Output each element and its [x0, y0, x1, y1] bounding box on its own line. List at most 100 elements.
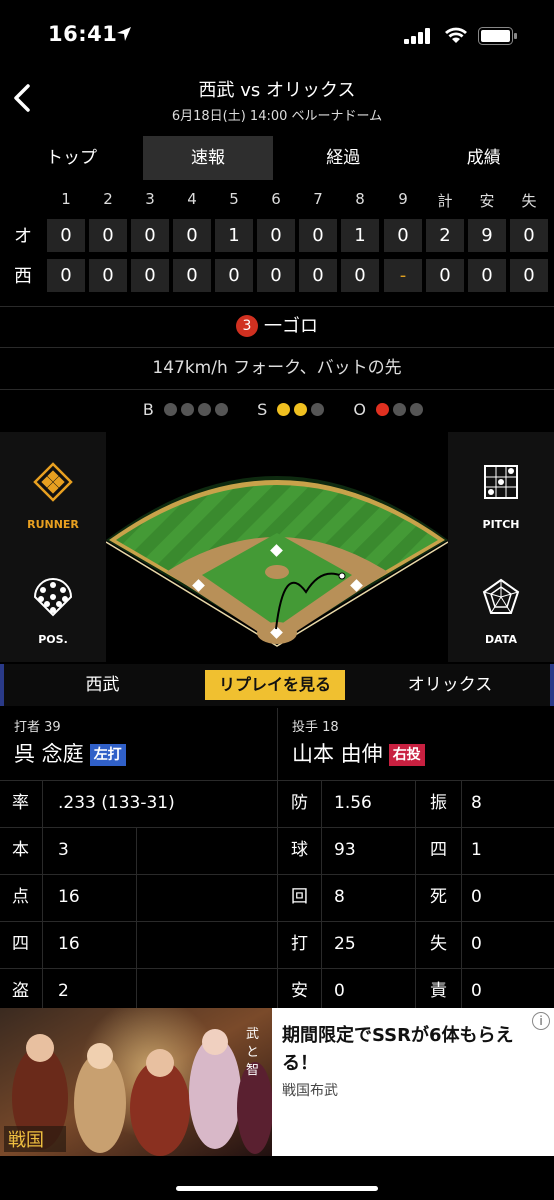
- tab-bar: トップ 速報 経過 成績: [0, 136, 554, 180]
- svg-text:戦国: 戦国: [8, 1130, 44, 1151]
- play-result-text: 一ゴロ: [264, 316, 318, 337]
- play-number-badge: 3: [236, 315, 258, 337]
- ball-dot: [163, 403, 177, 416]
- svg-text:武: 武: [246, 1027, 259, 1042]
- pitcher-stat-label: 振: [430, 793, 447, 813]
- score-cell: 0: [426, 259, 464, 292]
- ball-dot: [214, 403, 228, 416]
- score-cell: 0: [384, 219, 422, 252]
- inning-header: 6: [271, 190, 281, 208]
- data-button[interactable]: DATA: [448, 547, 554, 662]
- score-cell: 0: [89, 259, 127, 292]
- matchup-players: 打者 39 呉 念庭 左打 投手 18 山本 由伸 右投: [0, 708, 554, 780]
- inning-header: 1: [61, 190, 71, 208]
- away-team-label[interactable]: オリックス: [350, 664, 550, 706]
- pitcher-stat-label: 四: [430, 840, 447, 860]
- location-arrow-icon: [117, 27, 131, 41]
- play-result: 3 一ゴロ: [0, 308, 554, 346]
- pitch-button[interactable]: PITCH: [448, 432, 554, 547]
- battery-icon: [478, 27, 517, 45]
- inning-header: 7: [313, 190, 323, 208]
- runner-diamond-icon: [33, 462, 73, 502]
- replay-button[interactable]: リプレイを見る: [205, 670, 345, 700]
- game-header: 西武 vs オリックス 6月18日(土) 14:00 ベルーナドーム: [0, 72, 554, 132]
- stats-grid-line: [136, 827, 137, 1010]
- pitch-label: PITCH: [482, 518, 520, 531]
- score-cell: 0: [257, 259, 295, 292]
- score-cell: 0: [131, 219, 169, 252]
- pitcher-stat-value: 93: [334, 840, 356, 860]
- score-cell: 0: [510, 259, 548, 292]
- batter-stat-value: 16: [58, 934, 80, 954]
- pitcher-stat-value: 0: [471, 934, 482, 954]
- ball-dots: [162, 400, 230, 419]
- out-label: O: [353, 400, 366, 419]
- advertisement[interactable]: 戦国 武 と 智 期間限定でSSRが6体もらえる！ 戦国布武 i: [0, 1008, 554, 1156]
- status-time: 16:41: [48, 22, 118, 46]
- tab-live[interactable]: 速報: [143, 136, 273, 180]
- inning-header: 4: [187, 190, 197, 208]
- wifi-icon: [445, 27, 467, 43]
- pitcher-card[interactable]: 投手 18 山本 由伸 右投: [278, 708, 554, 780]
- ad-title[interactable]: 期間限定でSSRが6体もらえる！: [282, 1022, 544, 1078]
- divider: [0, 389, 554, 390]
- out-dot: [393, 403, 407, 416]
- home-team-label[interactable]: 西武: [0, 664, 205, 706]
- team-bar: 西武 リプレイを見る オリックス: [0, 664, 554, 706]
- pitcher-stat-value: 0: [471, 887, 482, 907]
- game-subtitle: 6月18日(土) 14:00 ベルーナドーム: [171, 109, 383, 124]
- score-cell: 0: [47, 219, 85, 252]
- inning-header: 安: [479, 192, 495, 210]
- inning-header: 5: [229, 190, 239, 208]
- tab-top[interactable]: トップ: [0, 136, 143, 180]
- pitcher-name: 山本 由伸: [292, 742, 383, 766]
- tab-progress[interactable]: 経過: [273, 136, 414, 180]
- divider: [0, 306, 554, 307]
- score-cell: 9: [468, 219, 506, 252]
- score-cell: 0: [299, 219, 337, 252]
- scoreboard-row-away: オ 000010010290: [0, 216, 554, 256]
- ball-dot: [197, 403, 211, 416]
- batter-stat-label: 点: [12, 887, 29, 907]
- strike-label: S: [257, 400, 268, 419]
- out-dot: [410, 403, 424, 416]
- pitcher-stat-value: 1: [471, 840, 482, 860]
- ad-sponsor: 戦国布武: [282, 1083, 338, 1099]
- score-cell: 0: [510, 219, 548, 252]
- pitcher-stat-value: 25: [334, 934, 356, 954]
- runner-button[interactable]: RUNNER: [0, 432, 106, 547]
- pitch-grid-icon: [484, 465, 518, 499]
- data-label: DATA: [485, 633, 517, 646]
- pos-button[interactable]: POS.: [0, 547, 106, 662]
- ad-info-icon[interactable]: i: [532, 1012, 550, 1030]
- batter-name-line: 呉 念庭 左打: [14, 738, 126, 768]
- scoreboard-row-home: 西 00000000-000: [0, 256, 554, 296]
- batter-stat-label: 率: [12, 793, 29, 813]
- tab-stats[interactable]: 成績: [414, 136, 554, 180]
- home-indicator[interactable]: [176, 1186, 378, 1191]
- cellular-signal-icon: [404, 28, 430, 44]
- inning-header: 8: [355, 190, 365, 208]
- pitcher-name-line: 山本 由伸 右投: [292, 738, 425, 768]
- batter-role: 打者 39: [14, 720, 61, 735]
- score-cell: 0: [47, 259, 85, 292]
- batter-stat-value: 3: [58, 840, 69, 860]
- team-abbr: 西: [14, 266, 32, 287]
- batter-card[interactable]: 打者 39 呉 念庭 左打: [0, 708, 276, 780]
- ball-label: B: [142, 400, 154, 419]
- positions-icon: [33, 578, 73, 617]
- score-cell: -: [384, 259, 422, 292]
- batter-stat-label: 本: [12, 840, 29, 860]
- ad-banner-image[interactable]: 戦国 武 と 智: [0, 1008, 272, 1156]
- pos-label: POS.: [38, 633, 68, 646]
- stats-grid-line: [415, 780, 416, 1010]
- inning-header: 計: [437, 192, 453, 210]
- field-area: RUNNER POS. PITCH DATA: [0, 432, 554, 662]
- radar-chart-icon: [482, 578, 520, 614]
- pitcher-hand-badge: 右投: [388, 744, 425, 766]
- team-bar-edge: [550, 664, 554, 706]
- pitchers-mound: [265, 565, 289, 579]
- inning-header: 2: [103, 190, 113, 208]
- pitcher-stat-label: 防: [291, 793, 308, 813]
- score-cell: 1: [341, 219, 379, 252]
